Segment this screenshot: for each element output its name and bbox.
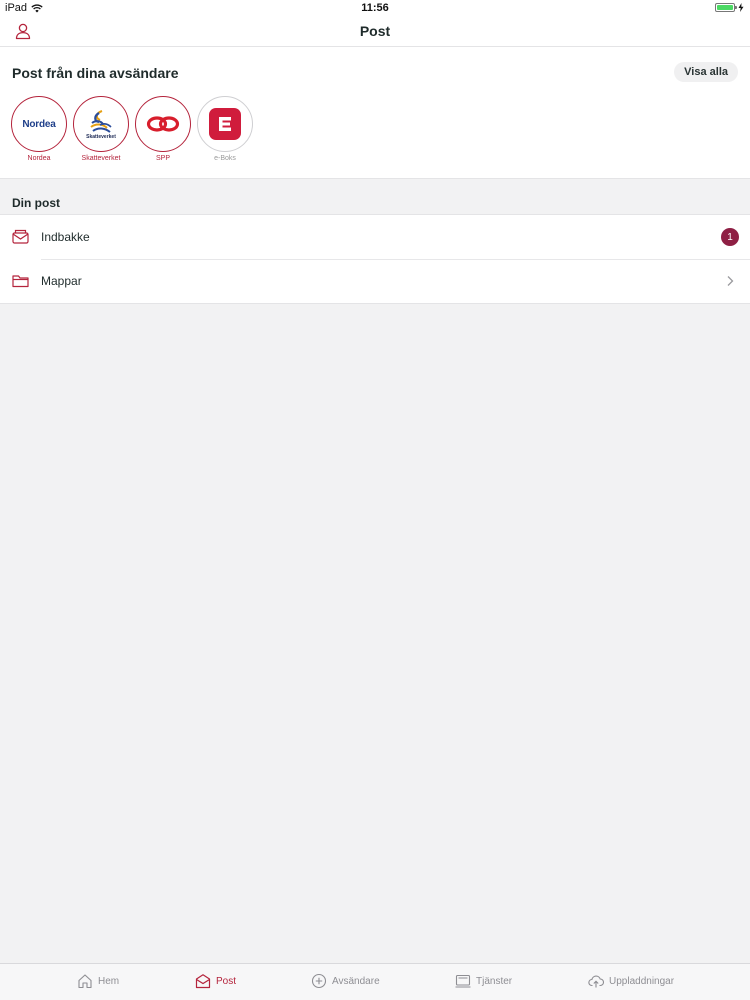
tab-avsandare[interactable]: Avsändare xyxy=(311,973,380,989)
chevron-right-icon xyxy=(727,276,734,286)
tab-label: Hem xyxy=(98,975,120,987)
page-title: Post xyxy=(359,23,391,39)
list-item-mappar[interactable]: Mappar xyxy=(0,259,750,303)
spp-chain-icon xyxy=(146,116,180,132)
inbox-icon xyxy=(12,229,29,244)
tab-post[interactable]: Post xyxy=(195,973,236,989)
tab-hem[interactable]: Hem xyxy=(77,973,119,989)
nordea-logo: Nordea xyxy=(11,96,67,152)
nordea-logo-text: Nordea xyxy=(22,118,56,130)
eboks-logo xyxy=(197,96,253,152)
status-right xyxy=(715,3,744,12)
plus-circle-icon xyxy=(311,973,327,989)
sender-nordea[interactable]: Nordea Nordea xyxy=(11,96,67,162)
tab-label: Post xyxy=(216,975,237,987)
eboks-logo-icon xyxy=(209,108,241,140)
senders-title: Post från dina avsändare xyxy=(12,65,179,81)
senders-section: Post från dina avsändare Visa alla Norde… xyxy=(0,47,750,179)
tab-tjanster[interactable]: Tjänster xyxy=(455,973,512,989)
sender-label: Nordea xyxy=(27,155,51,162)
nav-bar: Post xyxy=(0,16,750,47)
sender-spp[interactable]: SPP xyxy=(135,96,191,162)
status-bar: iPad 11:56 xyxy=(0,0,750,16)
home-icon xyxy=(78,974,92,989)
sender-label: SPP xyxy=(155,155,170,162)
show-all-button[interactable]: Visa alla xyxy=(674,62,738,82)
din-post-heading: Din post xyxy=(12,196,60,210)
sender-label: Skatteverket xyxy=(81,155,121,162)
tab-uppladdningar[interactable]: Uppladdningar xyxy=(588,973,674,989)
tab-bar: Hem Post Avsändare Tjänster Uppladdninga… xyxy=(0,963,750,1000)
battery-icon xyxy=(715,3,737,12)
cloud-upload-icon xyxy=(588,975,604,988)
mail-icon xyxy=(195,974,211,989)
row-label: Mappar xyxy=(41,274,82,288)
skatteverket-emblem-icon xyxy=(90,109,112,133)
skatteverket-logo: Skatteverket xyxy=(73,96,129,152)
skatteverket-logo-text: Skatteverket xyxy=(86,133,116,140)
tab-label: Uppladdningar xyxy=(609,975,675,987)
unread-badge: 1 xyxy=(721,228,739,246)
post-list: Indbakke 1 Mappar xyxy=(0,214,750,304)
status-time: 11:56 xyxy=(361,2,389,14)
charging-icon xyxy=(738,3,744,12)
list-item-indbakke[interactable]: Indbakke 1 xyxy=(0,215,750,259)
sender-eboks[interactable]: e-Boks xyxy=(197,96,253,162)
spp-logo xyxy=(135,96,191,152)
sender-label: e-Boks xyxy=(214,155,236,162)
tab-label: Tjänster xyxy=(476,975,513,987)
services-icon xyxy=(455,974,471,988)
sender-skatteverket[interactable]: Skatteverket Skatteverket xyxy=(73,96,129,162)
folder-icon xyxy=(12,275,29,288)
row-label: Indbakke xyxy=(41,230,90,244)
tab-label: Avsändare xyxy=(332,975,380,987)
